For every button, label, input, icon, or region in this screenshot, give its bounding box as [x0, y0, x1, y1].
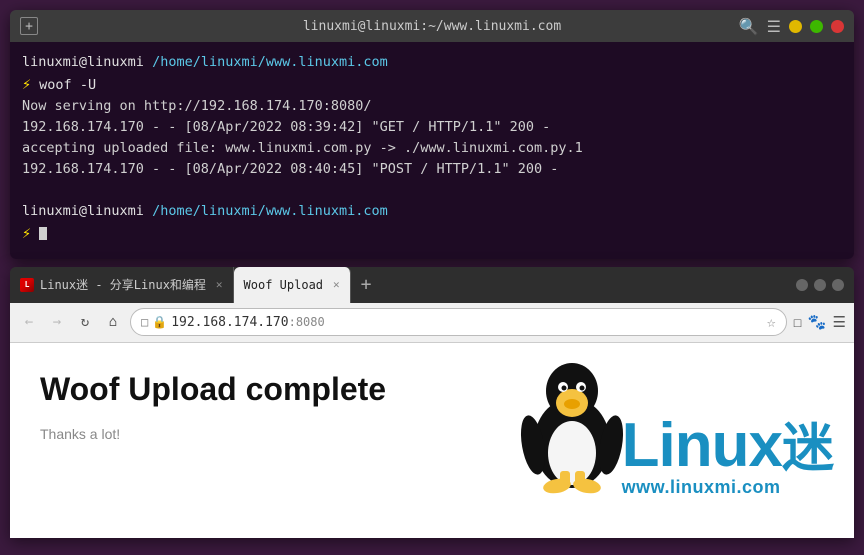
browser-dot-3 [832, 279, 844, 291]
browser-addressbar: ← → ↻ ⌂ □ 🔒 192.168.174.170:8080 ☆ ☐ 🐾 ☰ [10, 303, 854, 343]
new-tab-button[interactable]: + [351, 267, 382, 303]
tab2-label: Woof Upload [244, 278, 323, 292]
minimize-dot[interactable] [789, 20, 802, 33]
terminal-line-8: ⚡ [22, 222, 842, 245]
terminal-line-3: Now serving on http://192.168.174.170:80… [22, 96, 842, 117]
cursor [39, 227, 47, 240]
address-host: 192.168.174.170 [171, 315, 288, 330]
term-flag: -U [80, 77, 96, 93]
nav-back-button[interactable]: ← [18, 311, 40, 333]
browser-titlebar: L Linux迷 - 分享Linux和编程 ✕ Woof Upload ✕ + [10, 267, 854, 303]
term-path-1: /home/linuxmi/www.linuxmi.com [152, 54, 388, 70]
nav-home-button[interactable]: ⌂ [102, 311, 124, 333]
terminal-line-6: 192.168.174.170 - - [08/Apr/2022 08:40:4… [22, 159, 842, 180]
browser-tab-1[interactable]: L Linux迷 - 分享Linux和编程 ✕ [10, 267, 234, 303]
browser-dot-1 [796, 279, 808, 291]
tab1-close-icon[interactable]: ✕ [216, 278, 223, 291]
tab1-favicon: L [20, 278, 34, 292]
extension-icon[interactable]: 🐾 [808, 313, 827, 331]
terminal-line-1: linuxmi@linuxmi /home/linuxmi/www.linuxm… [22, 52, 842, 73]
browser-window: L Linux迷 - 分享Linux和编程 ✕ Woof Upload ✕ + … [10, 267, 854, 538]
browser-tab-2[interactable]: Woof Upload ✕ [234, 267, 351, 303]
terminal-line-4: 192.168.174.170 - - [08/Apr/2022 08:39:4… [22, 117, 842, 138]
search-icon[interactable]: 🔍 [739, 17, 759, 36]
browser-titlebar-right [796, 267, 854, 303]
terminal-line-5: accepting uploaded file: www.linuxmi.com… [22, 138, 842, 159]
terminal-body: linuxmi@linuxmi /home/linuxmi/www.linuxm… [10, 42, 854, 259]
terminal-line-7: linuxmi@linuxmi /home/linuxmi/www.linuxm… [22, 201, 842, 222]
tux-penguin [517, 353, 627, 498]
lock-icon: 🔒 [152, 315, 167, 329]
terminal-window: + linuxmi@linuxmi:~/www.linuxmi.com 🔍 ☰ … [10, 10, 854, 259]
term-prompt-2: linuxmi@linuxmi [22, 203, 144, 219]
bookmark-icon[interactable]: ☆ [767, 313, 776, 331]
address-url: 192.168.174.170:8080 [171, 315, 325, 330]
linux-mi-text: 迷 [782, 423, 834, 475]
maximize-dot[interactable] [810, 20, 823, 33]
logo-area: Linux迷 www.linuxmi.com [517, 353, 834, 498]
tab2-close-icon[interactable]: ✕ [333, 278, 340, 291]
term-woof-cmd: woof [39, 77, 72, 93]
browser-dot-2 [814, 279, 826, 291]
close-dot[interactable] [831, 20, 844, 33]
terminal-title: linuxmi@linuxmi:~/www.linuxmi.com [303, 19, 561, 34]
terminal-line-2: ⚡ woof -U [22, 73, 842, 96]
address-port: :8080 [289, 315, 325, 329]
address-box[interactable]: □ 🔒 192.168.174.170:8080 ☆ [130, 308, 787, 336]
term-prompt-1: linuxmi@linuxmi [22, 54, 144, 70]
tab1-label: Linux迷 - 分享Linux和编程 [40, 276, 206, 293]
term-path-2: /home/linuxmi/www.linuxmi.com [152, 203, 388, 219]
linux-text: Linux [622, 415, 782, 477]
pocket-icon[interactable]: ☐ [793, 313, 802, 331]
terminal-titlebar: + linuxmi@linuxmi:~/www.linuxmi.com 🔍 ☰ [10, 10, 854, 42]
linux-logo: Linux迷 www.linuxmi.com [622, 415, 834, 498]
browser-content: Woof Upload complete Thanks a lot! [10, 343, 854, 538]
bolt-icon-1: ⚡ [22, 75, 31, 93]
linux-url-text: www.linuxmi.com [622, 477, 781, 498]
terminal-titlebar-left: + [20, 17, 38, 35]
addressbar-right: ☐ 🐾 ☰ [793, 313, 846, 331]
browser-menu-icon[interactable]: ☰ [833, 313, 846, 331]
new-tab-icon[interactable]: + [20, 17, 38, 35]
menu-icon[interactable]: ☰ [767, 17, 781, 36]
shield-icon: □ [141, 315, 148, 329]
terminal-titlebar-right: 🔍 ☰ [739, 17, 844, 36]
bolt-icon-2: ⚡ [22, 224, 31, 242]
new-tab-icon: + [361, 274, 372, 295]
nav-forward-button[interactable]: → [46, 311, 68, 333]
nav-refresh-button[interactable]: ↻ [74, 311, 96, 333]
